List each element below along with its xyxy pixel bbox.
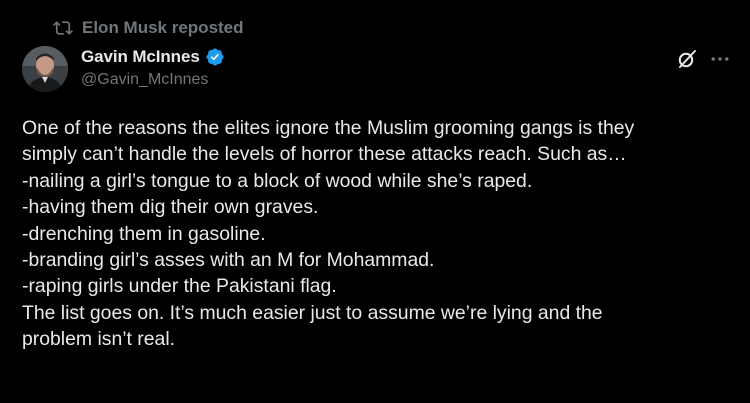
post-text-line: -raping girls under the Pakistani flag.	[22, 275, 337, 298]
author-info: Gavin McInnes @Gavin_McInnes	[81, 45, 225, 89]
verified-badge-icon	[205, 47, 225, 67]
repost-icon	[53, 18, 73, 38]
repost-context[interactable]: Elon Musk reposted	[53, 15, 244, 41]
post-text-line: -having them dig their own graves.	[22, 196, 319, 219]
grok-icon[interactable]	[676, 48, 698, 70]
post-text: One of the reasons the elites ignore the…	[22, 115, 734, 353]
post-text-line: The list goes on. It’s much easier just …	[22, 301, 603, 324]
post-text-line: One of the reasons the elites ignore the…	[22, 117, 635, 139]
author-handle[interactable]: @Gavin_McInnes	[81, 71, 225, 89]
avatar[interactable]	[22, 46, 68, 92]
post-text-line: -nailing a girl’s tongue to a block of w…	[22, 169, 533, 192]
post-text-line: problem isn’t real.	[22, 328, 176, 351]
post-card[interactable]: Elon Musk reposted Gavin McInnes @Gavin_…	[0, 0, 750, 403]
post-text-line: -branding girl’s asses with an M for Moh…	[22, 249, 435, 272]
more-horizontal-icon[interactable]	[707, 48, 733, 70]
author-display-name[interactable]: Gavin McInnes	[81, 47, 200, 67]
repost-label: Elon Musk reposted	[82, 18, 244, 37]
post-text-line: simply can’t handle the levels of horror…	[22, 143, 627, 166]
post-text-line: -drenching them in gasoline.	[22, 222, 266, 245]
